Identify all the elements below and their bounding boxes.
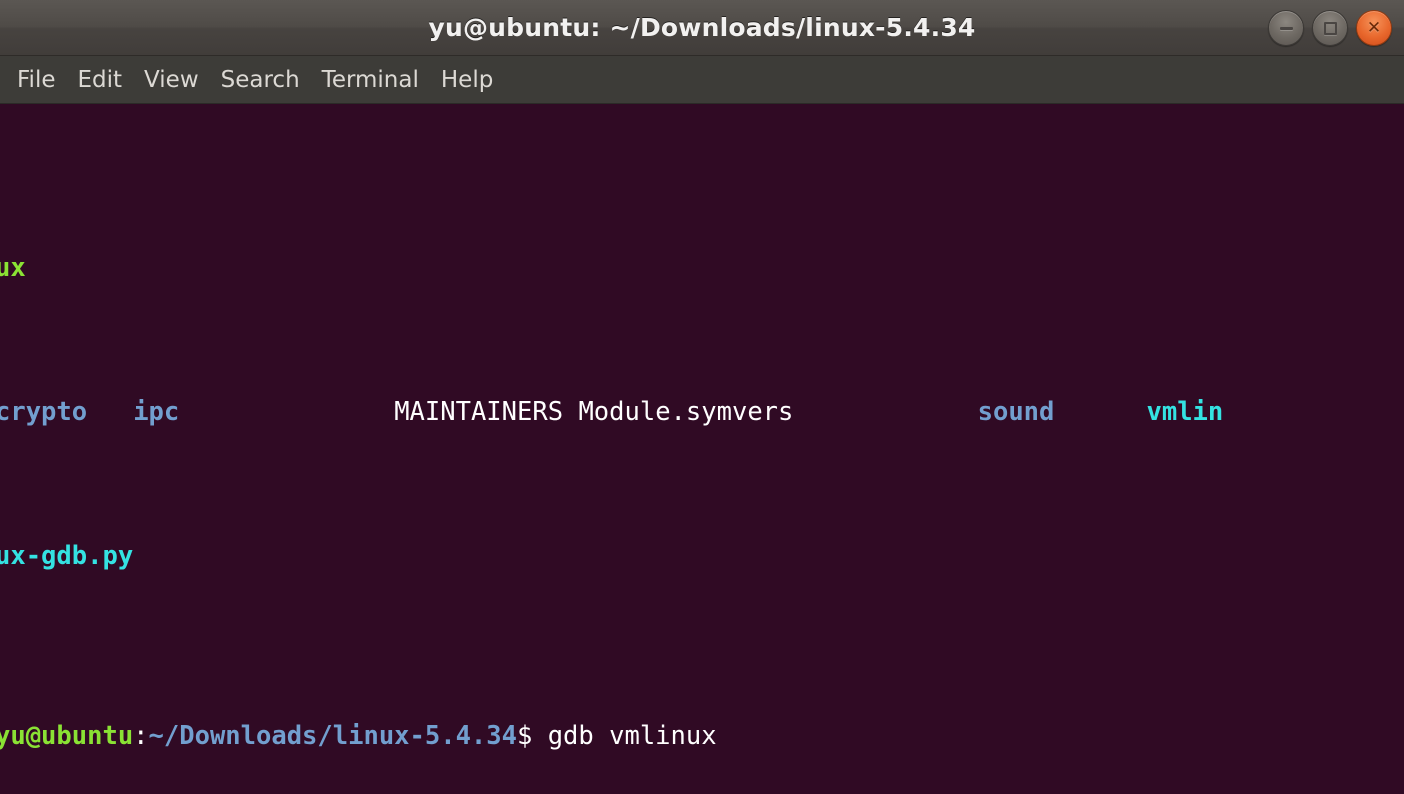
window-controls: ✕	[1268, 0, 1392, 56]
terminal-line: ux	[0, 250, 1223, 286]
menu-item-edit[interactable]: Edit	[67, 64, 134, 96]
window-title: yu@ubuntu: ~/Downloads/linux-5.4.34	[428, 13, 975, 42]
terminal-output-area[interactable]: ux crypto ipc MAINTAINERS Module.symvers…	[0, 104, 1404, 794]
ls-entry-sound: sound	[978, 397, 1055, 427]
close-button[interactable]: ✕	[1356, 10, 1392, 46]
ls-gap	[793, 397, 977, 427]
terminal-line: ux-gdb.py	[0, 538, 1223, 574]
menu-item-help[interactable]: Help	[430, 64, 504, 96]
terminal-prompt-line: yu@ubuntu:~/Downloads/linux-5.4.34$ gdb …	[0, 718, 1223, 754]
prompt-user-host: yu@ubuntu	[0, 721, 133, 751]
ls-gap	[563, 397, 578, 427]
menu-item-file[interactable]: File	[6, 64, 67, 96]
maximize-button[interactable]	[1312, 10, 1348, 46]
maximize-icon	[1324, 22, 1337, 35]
ls-entry-module-symvers: Module.symvers	[578, 397, 793, 427]
ls-entry-crypto: crypto	[0, 397, 87, 427]
ls-gap	[179, 397, 394, 427]
ls-entry-vmlinux-gdb-py: ux-gdb.py	[0, 541, 133, 571]
ls-entry-truncated-executable: ux	[0, 253, 26, 283]
ls-entry-maintainers: MAINTAINERS	[394, 397, 563, 427]
menu-item-terminal[interactable]: Terminal	[311, 64, 430, 96]
minimize-button[interactable]	[1268, 10, 1304, 46]
window-titlebar[interactable]: yu@ubuntu: ~/Downloads/linux-5.4.34 ✕	[0, 0, 1404, 56]
ls-entry-vmlinux-truncated: vmlin	[1147, 397, 1224, 427]
ls-entry-ipc: ipc	[133, 397, 179, 427]
terminal-window: yu@ubuntu: ~/Downloads/linux-5.4.34 ✕ Fi…	[0, 0, 1404, 794]
ls-gap	[87, 397, 133, 427]
prompt-path: ~/Downloads/linux-5.4.34	[149, 721, 517, 751]
menubar: File Edit View Search Terminal Help	[0, 56, 1404, 104]
prompt-command: $ gdb vmlinux	[517, 721, 717, 751]
menu-item-search[interactable]: Search	[210, 64, 311, 96]
minimize-icon	[1280, 27, 1293, 30]
terminal-line: crypto ipc MAINTAINERS Module.symvers so…	[0, 394, 1223, 430]
close-icon: ✕	[1367, 20, 1381, 37]
ls-gap	[1054, 397, 1146, 427]
terminal-text: ux crypto ipc MAINTAINERS Module.symvers…	[0, 106, 1223, 794]
prompt-colon: :	[133, 721, 148, 751]
menu-item-view[interactable]: View	[133, 64, 210, 96]
